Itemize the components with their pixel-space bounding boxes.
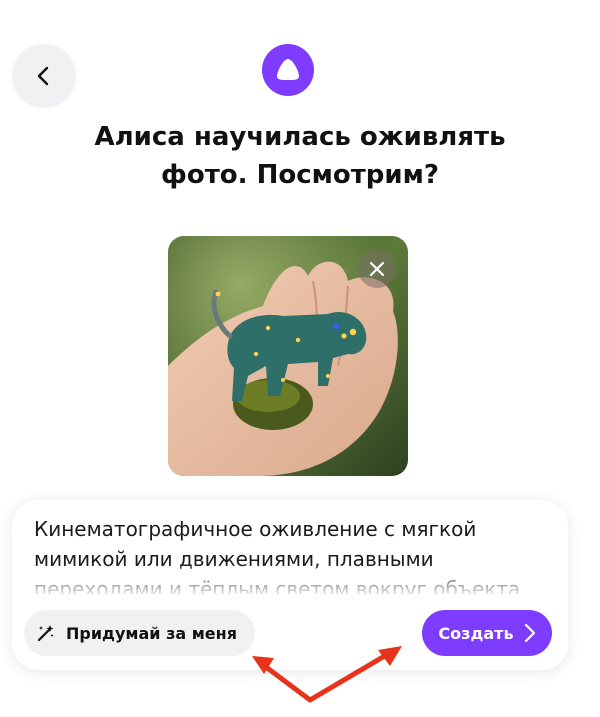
- alice-logo: [262, 44, 314, 96]
- magic-wand-icon: [37, 625, 54, 642]
- back-button[interactable]: [12, 44, 76, 108]
- prompt-input[interactable]: Кинематографичное оживление с мягкой мим…: [34, 514, 546, 594]
- title-line-1: Алиса научилась оживлять: [94, 122, 506, 152]
- create-button[interactable]: Создать: [422, 610, 552, 656]
- create-label: Создать: [438, 623, 514, 643]
- annotation-arrows: [252, 646, 402, 703]
- suggest-for-me-label: Придумай за меня: [66, 623, 237, 643]
- alice-logo-icon: [277, 59, 299, 80]
- page-title: Алиса научилась оживлять фото. Посмотрим…: [60, 118, 540, 194]
- close-icon: [369, 261, 385, 277]
- suggest-for-me-button[interactable]: Придумай за меня: [24, 610, 255, 656]
- uploaded-photo: [168, 236, 408, 476]
- remove-photo-button[interactable]: [358, 250, 396, 288]
- title-line-2: фото. Посмотрим?: [161, 160, 439, 190]
- chevron-right-icon: [524, 623, 535, 643]
- chevron-left-icon: [37, 66, 49, 86]
